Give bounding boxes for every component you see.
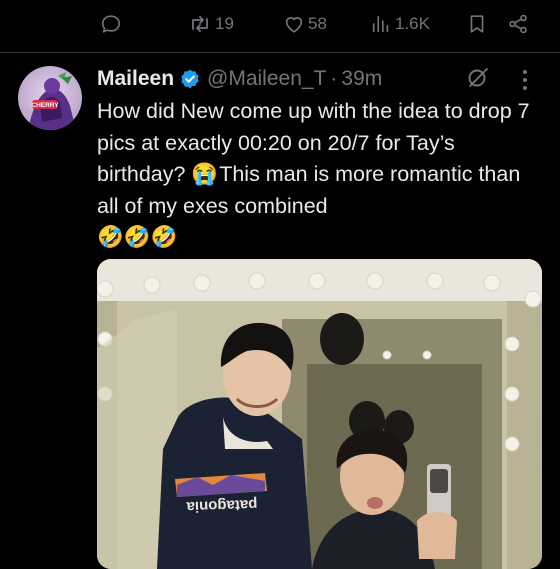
retweet-count: 19: [215, 14, 234, 33]
loudly-crying-emoji-icon: 😭: [191, 162, 219, 186]
reply-button[interactable]: [100, 12, 125, 36]
like-button[interactable]: 58: [283, 12, 327, 36]
views-button[interactable]: 1.6K: [370, 12, 430, 36]
share-button[interactable]: [507, 12, 529, 36]
separator-dot: ·: [330, 67, 338, 90]
like-icon: [285, 17, 303, 33]
like-count: 58: [308, 14, 327, 33]
views-icon: [372, 15, 389, 33]
retweet-icon: [192, 16, 208, 32]
views-count: 1.6K: [395, 14, 430, 33]
action-bar: 19 58 1.6K: [0, 0, 560, 50]
reply-icon: [101, 15, 121, 33]
timestamp[interactable]: 39m: [341, 67, 382, 91]
avatar[interactable]: CHERRY: [18, 66, 82, 130]
tweet-media-image[interactable]: patagonia: [97, 259, 542, 569]
more-button[interactable]: [518, 68, 532, 92]
bookmark-button[interactable]: [466, 12, 488, 36]
avatar-badge-text: CHERRY: [31, 102, 59, 109]
shirt-logo-text: patagonia: [186, 496, 258, 515]
verified-icon: [179, 68, 201, 90]
tweet-header: Maileen @Maileen_T · 39m: [97, 64, 382, 94]
more-icon: [523, 70, 527, 90]
display-name[interactable]: Maileen: [97, 67, 174, 91]
bookmark-icon: [470, 15, 484, 33]
tweet-text: How did New come up with the idea to dro…: [97, 96, 537, 254]
grok-button[interactable]: [466, 66, 490, 90]
divider: [0, 52, 560, 53]
share-icon: [509, 14, 527, 34]
rolling-laughing-emoji-icon: 🤣🤣🤣: [97, 225, 178, 249]
user-handle[interactable]: @Maileen_T: [207, 67, 326, 91]
grok-icon: [468, 68, 488, 87]
retweet-button[interactable]: 19: [188, 12, 234, 36]
